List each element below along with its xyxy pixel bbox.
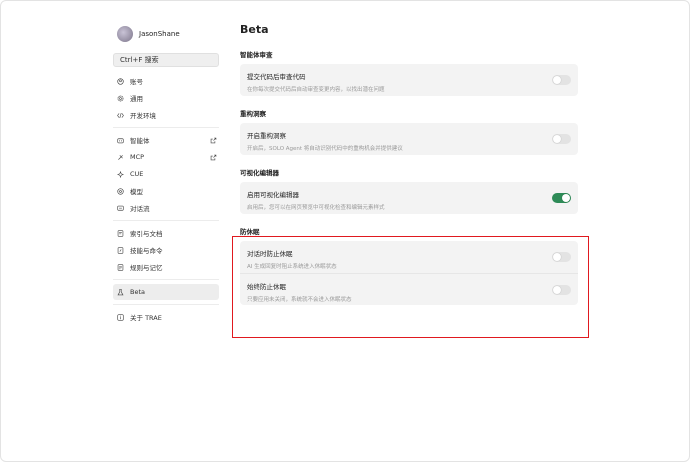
- username: JasonShane: [139, 30, 180, 38]
- setting-row: 开启重构洞察开启后，SOLO Agent 将自动识别代码中的重构机会并提供建议: [240, 123, 578, 155]
- section-title: 可视化编辑器: [240, 169, 279, 177]
- gear-icon: [117, 95, 124, 102]
- user-profile[interactable]: JasonShane: [113, 23, 219, 45]
- external-link-icon[interactable]: [210, 154, 217, 161]
- sidebar-item-label: Beta: [130, 288, 145, 296]
- sidebar-item-cue[interactable]: CUE: [113, 166, 219, 182]
- model-icon: [117, 187, 124, 195]
- sidebar-item-label: MCP: [130, 153, 145, 161]
- sidebar-item-label: 智能体: [130, 137, 150, 145]
- agent-icon: [117, 137, 124, 144]
- divider: [113, 127, 219, 128]
- sidebar-item-gear[interactable]: 通用: [113, 90, 219, 106]
- setting-description: 在你每次提交代码后自动审查变更内容，以找出潜在问题: [247, 87, 385, 93]
- sidebar-item-code[interactable]: 开发环境: [113, 107, 219, 123]
- sidebar-item-beta[interactable]: Beta: [113, 284, 219, 300]
- highlight-box: [232, 236, 589, 338]
- chat-flow-icon: [117, 205, 124, 212]
- divider: [113, 220, 219, 221]
- cue-icon: [117, 170, 124, 178]
- avatar: [117, 26, 133, 42]
- sidebar-nav: 账号通用开发环境智能体 MCP CUE 模型对话流索引与文档技能与命令规则与记忆 Bet…: [113, 73, 219, 325]
- sidebar-item-label: 规则与记忆: [130, 264, 163, 272]
- setting-title: 开启重构洞察: [247, 132, 286, 140]
- sidebar-item-label: 通用: [130, 95, 143, 103]
- sidebar-item-label: CUE: [130, 170, 144, 178]
- skills-icon: [117, 246, 124, 254]
- sidebar-item-agent[interactable]: 智能体: [113, 132, 219, 148]
- toggle-switch[interactable]: [552, 134, 571, 144]
- account-icon: [117, 77, 124, 85]
- divider: [113, 304, 219, 305]
- rules-icon: [117, 263, 124, 271]
- setting-description: 开启后，SOLO Agent 将自动识别代码中的重构机会并提供建议: [247, 146, 403, 152]
- section-title: 防休眠: [240, 228, 260, 236]
- info-icon: [117, 313, 124, 321]
- toggle-switch[interactable]: [552, 193, 571, 203]
- sidebar-item-label: 模型: [130, 188, 143, 196]
- settings-card: 开启重构洞察开启后，SOLO Agent 将自动识别代码中的重构机会并提供建议: [240, 123, 578, 155]
- sidebar-item-label: 账号: [130, 78, 143, 86]
- beta-icon: [117, 288, 124, 296]
- search-box[interactable]: Ctrl+F 搜索: [113, 53, 219, 67]
- setting-row: 启用可视化编辑器启用后，您可以在网页预览中可视化检查和编辑元素样式: [240, 182, 578, 214]
- external-link-icon[interactable]: [210, 137, 217, 144]
- code-icon: [117, 112, 124, 119]
- sidebar-item-label: 关于 TRAE: [130, 314, 162, 322]
- sidebar-item-chat-flow[interactable]: 对话流: [113, 200, 219, 216]
- settings-card: 启用可视化编辑器启用后，您可以在网页预览中可视化检查和编辑元素样式: [240, 182, 578, 214]
- sidebar-item-label: 索引与文档: [130, 230, 163, 238]
- toggle-switch[interactable]: [552, 75, 571, 85]
- sidebar-item-label: 技能与命令: [130, 247, 163, 255]
- section-title: 重构洞察: [240, 110, 266, 118]
- sidebar-item-label: 开发环境: [130, 112, 156, 120]
- setting-row: 提交代码后审查代码在你每次提交代码后自动审查变更内容，以找出潜在问题: [240, 64, 578, 96]
- sidebar-item-mcp[interactable]: MCP: [113, 149, 219, 165]
- section-title: 智能体审查: [240, 51, 273, 59]
- mcp-icon: [117, 154, 124, 161]
- sidebar-item-skills[interactable]: 技能与命令: [113, 242, 219, 258]
- divider: [113, 279, 219, 280]
- setting-title: 提交代码后审查代码: [247, 73, 306, 81]
- settings-window: JasonShane Ctrl+F 搜索 账号通用开发环境智能体 MCP CUE 模型…: [0, 0, 690, 462]
- sidebar-item-index[interactable]: 索引与文档: [113, 225, 219, 241]
- page-title: Beta: [240, 23, 269, 36]
- sidebar-item-rules[interactable]: 规则与记忆: [113, 259, 219, 275]
- sidebar-item-info[interactable]: 关于 TRAE: [113, 309, 219, 325]
- setting-title: 启用可视化编辑器: [247, 191, 299, 199]
- sidebar-item-label: 对话流: [130, 205, 150, 213]
- settings-card: 提交代码后审查代码在你每次提交代码后自动审查变更内容，以找出潜在问题: [240, 64, 578, 96]
- sidebar-item-model[interactable]: 模型: [113, 183, 219, 199]
- index-icon: [117, 229, 124, 237]
- settings-sidebar: JasonShane Ctrl+F 搜索 账号通用开发环境智能体 MCP CUE 模型…: [113, 23, 219, 326]
- setting-description: 启用后，您可以在网页预览中可视化检查和编辑元素样式: [247, 205, 385, 211]
- sidebar-item-account[interactable]: 账号: [113, 73, 219, 89]
